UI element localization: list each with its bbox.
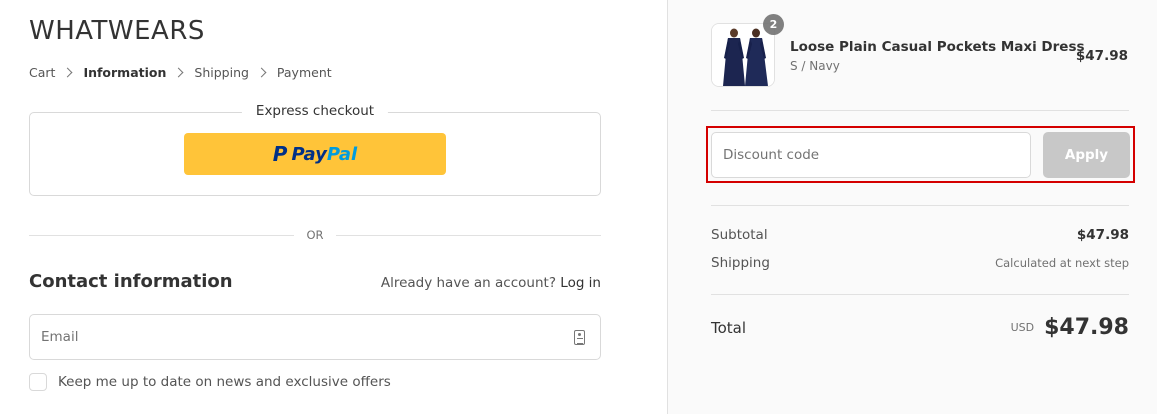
account-prompt: Already have an account? Log in (381, 275, 601, 291)
divider-line (335, 234, 602, 236)
or-label: OR (306, 228, 324, 242)
product-variant: S / Navy (790, 59, 840, 73)
subtotal-label: Subtotal (711, 227, 768, 243)
chevron-right-icon (62, 67, 73, 78)
currency-code: USD (1010, 321, 1035, 334)
chevron-right-icon (173, 67, 184, 78)
breadcrumb-payment: Payment (276, 65, 332, 80)
divider-line (29, 234, 295, 236)
product-thumbnail (711, 23, 775, 87)
breadcrumb-information: Information (83, 65, 167, 80)
newsletter-checkbox[interactable] (29, 373, 47, 391)
breadcrumb-cart[interactable]: Cart (29, 65, 55, 80)
summary-divider (711, 294, 1129, 295)
product-name: Loose Plain Casual Pockets Maxi Dress (790, 39, 1085, 55)
shipping-label: Shipping (711, 255, 770, 271)
shipping-row: Shipping Calculated at next step (711, 255, 1129, 271)
paypal-word-pay: Pay (291, 143, 327, 165)
dress-image-icon (712, 24, 774, 86)
product-price: $47.98 (1075, 48, 1128, 64)
subtotal-row: Subtotal $47.98 (711, 227, 1129, 243)
or-divider: OR (29, 226, 602, 244)
total-amount: $47.98 (1044, 315, 1129, 340)
total-row: Total USD $47.98 (711, 315, 1129, 340)
total-label: Total (711, 318, 747, 337)
summary-divider (711, 110, 1129, 111)
subtotal-value: $47.98 (1076, 227, 1129, 243)
newsletter-label: Keep me up to date on news and exclusive… (58, 374, 391, 390)
chevron-right-icon (256, 67, 267, 78)
account-prompt-text: Already have an account? (380, 275, 556, 291)
express-checkout: Express checkout P Pay Pal (29, 103, 601, 196)
store-logo[interactable]: WHATWEARS (29, 16, 205, 46)
paypal-p-icon: P (272, 142, 288, 166)
apply-button[interactable]: Apply (1043, 132, 1130, 178)
express-checkout-title: Express checkout (241, 103, 389, 119)
contact-title: Contact information (29, 271, 233, 292)
total-amount-group: USD $47.98 (1011, 315, 1129, 340)
order-summary: 2 Loose Plain Casual Pockets Maxi Dress … (667, 0, 1157, 414)
paypal-logo: P Pay Pal (273, 142, 357, 166)
discount-code-field[interactable] (711, 132, 1031, 178)
contact-card-icon (574, 330, 585, 345)
paypal-word-pal: Pal (326, 143, 358, 165)
discount-code-input[interactable] (712, 133, 1030, 177)
checkout-main: WHATWEARS Cart Information Shipping Paym… (0, 0, 667, 414)
newsletter-option[interactable]: Keep me up to date on news and exclusive… (29, 373, 391, 391)
login-link[interactable]: Log in (560, 275, 601, 291)
quantity-badge: 2 (763, 14, 784, 35)
email-field[interactable] (29, 314, 601, 360)
email-input[interactable] (30, 315, 600, 359)
breadcrumb: Cart Information Shipping Payment (29, 65, 332, 80)
breadcrumb-shipping: Shipping (194, 65, 249, 80)
shipping-value: Calculated at next step (995, 256, 1129, 270)
summary-divider (711, 205, 1129, 206)
paypal-button[interactable]: P Pay Pal (184, 133, 446, 175)
